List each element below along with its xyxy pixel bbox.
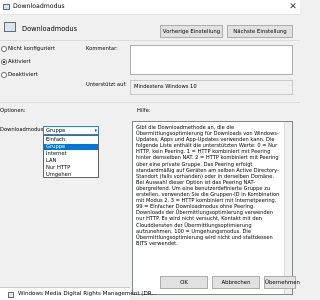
radio-label: Deaktiviert (8, 72, 38, 78)
divider (0, 102, 300, 103)
dropdown-option[interactable]: Einfach (44, 137, 98, 143)
next-setting-button[interactable]: Nächste Einstellung (227, 25, 293, 38)
help-scrollbar[interactable] (284, 122, 292, 294)
dropdown-option[interactable]: Nur HTTP (44, 165, 98, 171)
dropdown-option[interactable]: Umgehen (44, 172, 98, 178)
apply-button[interactable]: Übernehmen (264, 276, 300, 289)
radio-not-configured[interactable] (1, 46, 7, 52)
radio-enabled[interactable] (1, 59, 7, 65)
close-icon[interactable]: ✕ (286, 0, 300, 15)
radio-disabled[interactable] (1, 72, 7, 78)
radio-label: Aktiviert (8, 59, 31, 65)
cancel-button[interactable]: Abbrechen (212, 276, 260, 289)
download-mode-value: Gruppe (46, 128, 66, 134)
supported-on-label: Unterstützt auf: (86, 82, 127, 88)
dropdown-option[interactable]: LAN (44, 158, 98, 164)
download-mode-select[interactable]: Gruppe ▾ (43, 126, 99, 135)
policy-setting-icon (8, 292, 14, 298)
policy-setting-icon (4, 22, 16, 32)
help-text-box[interactable]: Gibt die Downloadmethode an, die die Übe… (132, 121, 293, 295)
download-mode-label: Downloadmodus: (0, 127, 46, 133)
supported-on-field: Mindestens Windows 10 (130, 80, 293, 95)
dropdown-option-selected[interactable]: Gruppe (44, 144, 98, 150)
help-section-label: Hilfe: (137, 108, 151, 114)
comment-label: Kommentar: (86, 46, 118, 52)
help-text: Gibt die Downloadmethode an, die die Übe… (136, 125, 280, 247)
title-bar: Downloadmodus ✕ (0, 0, 300, 15)
ok-button[interactable]: OK (160, 276, 208, 289)
background-list-item[interactable]: Windows Media Digital Rights Management … (18, 291, 157, 297)
previous-setting-button[interactable]: Vorherige Einstellung (160, 25, 223, 38)
comment-textarea[interactable] (130, 45, 293, 75)
policy-setting-icon (3, 4, 10, 10)
background-list: Windows Media Digital Rights Management … (0, 287, 157, 300)
supported-on-value: Mindestens Windows 10 (134, 84, 197, 90)
download-mode-dropdown: Einfach Gruppe Internet LAN Nur HTTP Umg… (43, 135, 99, 178)
options-section-label: Optionen: (0, 108, 26, 114)
radio-label: Nicht konfiguriert (8, 46, 55, 52)
window-title: Downloadmodus (13, 3, 65, 10)
chevron-down-icon[interactable]: ▾ (94, 127, 97, 135)
divider (0, 40, 300, 41)
setting-title: Downloadmodus (22, 25, 78, 33)
dropdown-option[interactable]: Internet (44, 151, 98, 157)
